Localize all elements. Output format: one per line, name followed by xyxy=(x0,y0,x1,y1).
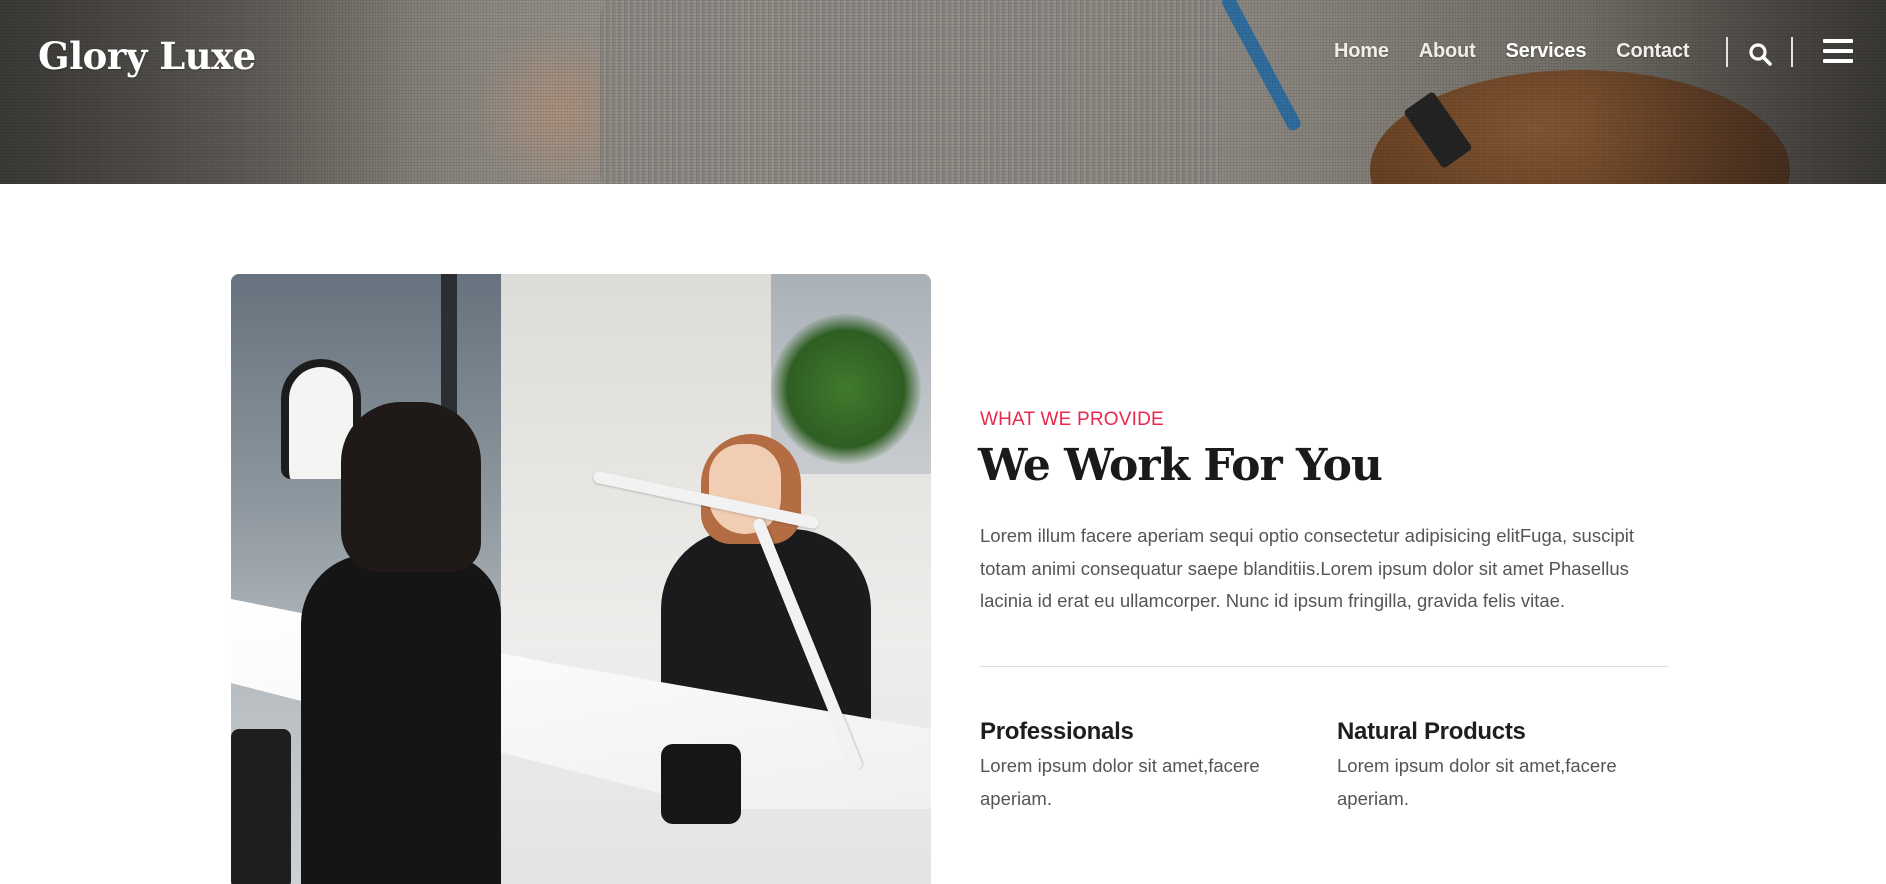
feature-title: Natural Products xyxy=(1337,718,1526,745)
nav-about[interactable]: About xyxy=(1419,40,1476,63)
search-icon[interactable] xyxy=(1748,42,1772,66)
section-title: We Work For You xyxy=(978,440,1383,491)
nav-contact[interactable]: Contact xyxy=(1616,40,1689,63)
salon-photo xyxy=(231,274,931,884)
feature-text: Lorem ipsum dolor sit amet,facere aperia… xyxy=(980,755,1260,809)
feature-text: Lorem ipsum dolor sit amet,facere aperia… xyxy=(1337,755,1617,809)
site-logo[interactable]: Glory Luxe xyxy=(38,34,256,78)
feature-professionals: Professionals Lorem ipsum dolor sit amet… xyxy=(980,718,1310,815)
feature-natural-products: Natural Products Lorem ipsum dolor sit a… xyxy=(1337,718,1667,815)
main-nav: Home About Services Contact xyxy=(1334,40,1689,63)
nav-services[interactable]: Services xyxy=(1506,40,1587,63)
nav-divider xyxy=(1791,37,1793,67)
hamburger-menu-icon[interactable] xyxy=(1823,39,1853,65)
nav-divider xyxy=(1726,37,1728,67)
nav-home[interactable]: Home xyxy=(1334,40,1389,63)
section-eyebrow: WHAT WE PROVIDE xyxy=(980,409,1164,430)
feature-title: Professionals xyxy=(980,718,1134,745)
section-description: Lorem illum facere aperiam sequi optio c… xyxy=(980,525,1634,611)
hero-banner xyxy=(0,0,1886,184)
hero-overlay xyxy=(0,0,1886,184)
section-divider xyxy=(980,666,1668,667)
